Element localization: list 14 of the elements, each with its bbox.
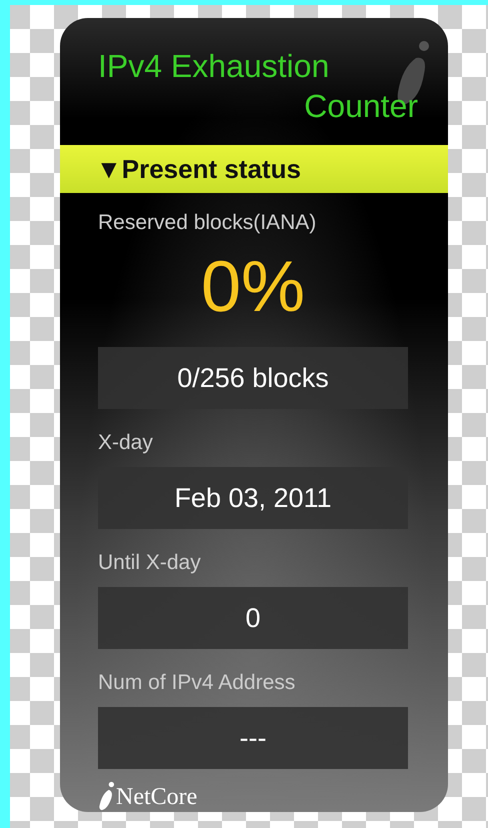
value-display: --- [98,707,408,769]
field-label: Num of IPv4 Address [98,670,296,696]
percent-value: 0% [200,246,306,329]
field-label: Reserved blocks(IANA) [98,210,318,236]
widget-title: IPv4 Exhaustion [98,47,330,86]
section-header[interactable]: ▼Present status [60,145,448,193]
value-display: 0/256 blocks [98,347,408,409]
field-label: X-day [98,430,154,456]
logo-text: NetCore [116,783,198,811]
value-display: 0 [98,587,408,649]
value-display: Feb 03, 2011 [98,467,408,529]
field-label: Until X-day [98,550,202,576]
widget-title: Counter [304,87,418,126]
logo-icon [98,781,116,811]
